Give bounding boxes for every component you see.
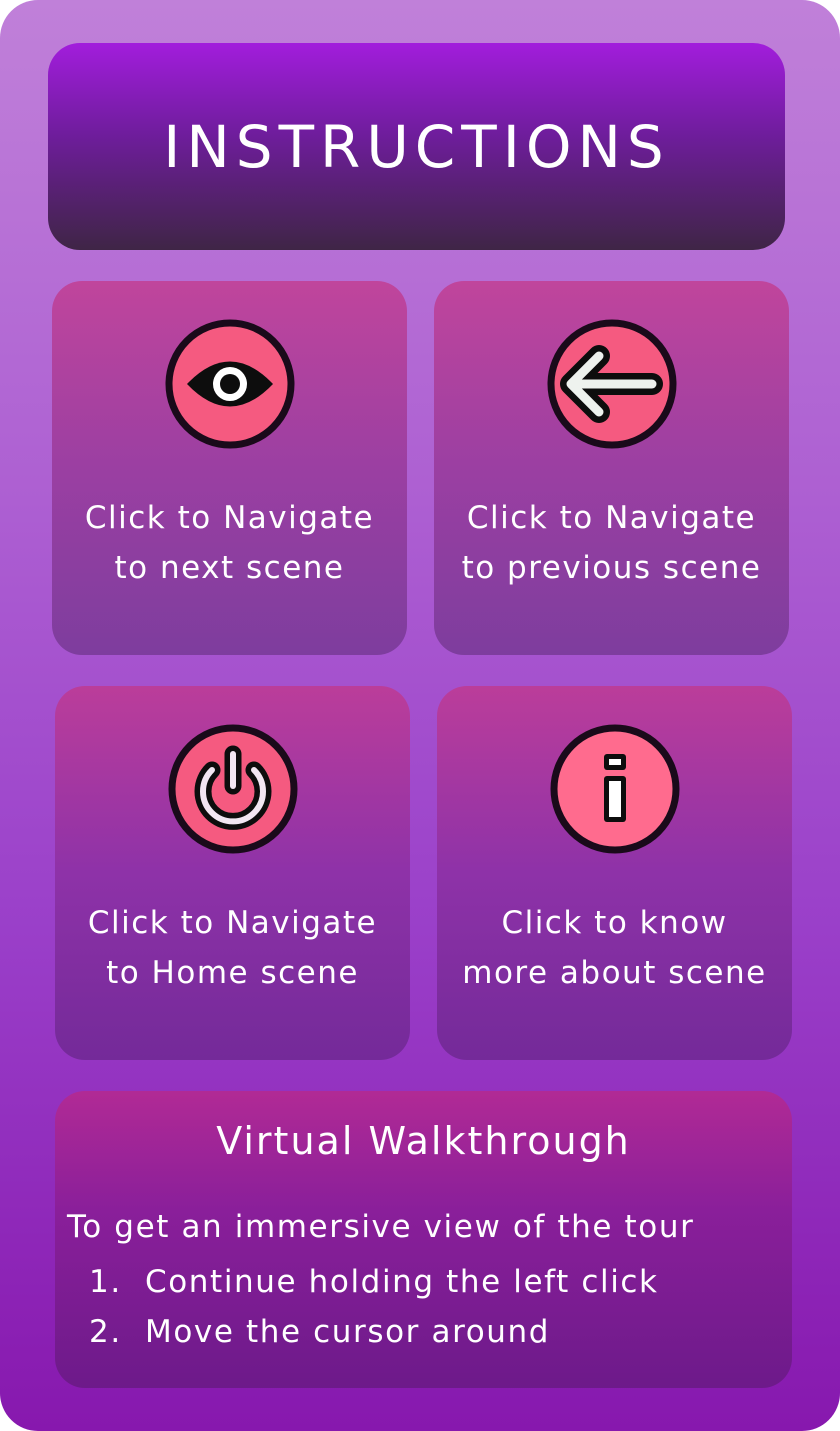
card-previous-scene: Click to Navigate to previous scene bbox=[434, 281, 789, 655]
card-label: Click to Navigate to next scene bbox=[52, 493, 407, 593]
walkthrough-steps: 1. Continue holding the left click 2. Move… bbox=[89, 1257, 659, 1357]
card-label: Click to Navigate to previous scene bbox=[434, 493, 789, 593]
walkthrough-intro: To get an immersive view of the tour bbox=[67, 1209, 695, 1245]
card-label-line: to next scene bbox=[114, 550, 345, 586]
step-number: 2. bbox=[89, 1314, 122, 1350]
step-text: Continue holding the left click bbox=[145, 1264, 659, 1300]
instructions-panel: INSTRUCTIONS Click to Navigate to next s… bbox=[0, 0, 840, 1431]
walkthrough-title: Virtual Walkthrough bbox=[216, 1119, 631, 1163]
list-item: 1. Continue holding the left click bbox=[89, 1257, 659, 1307]
card-label: Click to know more about scene bbox=[437, 898, 792, 998]
card-home-scene: Click to Navigate to Home scene bbox=[55, 686, 410, 1060]
card-info-scene: Click to know more about scene bbox=[437, 686, 792, 1060]
arrow-left-icon[interactable] bbox=[547, 319, 677, 449]
card-label-line: Click to Navigate bbox=[87, 905, 378, 941]
card-label-line: to Home scene bbox=[106, 955, 359, 991]
eye-icon[interactable] bbox=[165, 319, 295, 449]
walkthrough-section: Virtual Walkthrough To get an immersive … bbox=[55, 1091, 792, 1388]
power-icon[interactable] bbox=[168, 724, 298, 854]
card-label-line: more about scene bbox=[462, 955, 767, 991]
card-label: Click to Navigate to Home scene bbox=[55, 898, 410, 998]
card-label-line: Click to Navigate bbox=[466, 500, 757, 536]
card-label-line: Click to know bbox=[501, 905, 728, 941]
card-label-line: Click to Navigate bbox=[84, 500, 375, 536]
card-label-line: to previous scene bbox=[461, 550, 762, 586]
card-next-scene: Click to Navigate to next scene bbox=[52, 281, 407, 655]
list-item: 2. Move the cursor around bbox=[89, 1307, 659, 1357]
step-text: Move the cursor around bbox=[145, 1314, 551, 1350]
step-number: 1. bbox=[89, 1264, 122, 1300]
instructions-header: INSTRUCTIONS bbox=[48, 43, 785, 250]
info-icon[interactable] bbox=[550, 724, 680, 854]
page-title: INSTRUCTIONS bbox=[163, 112, 670, 181]
